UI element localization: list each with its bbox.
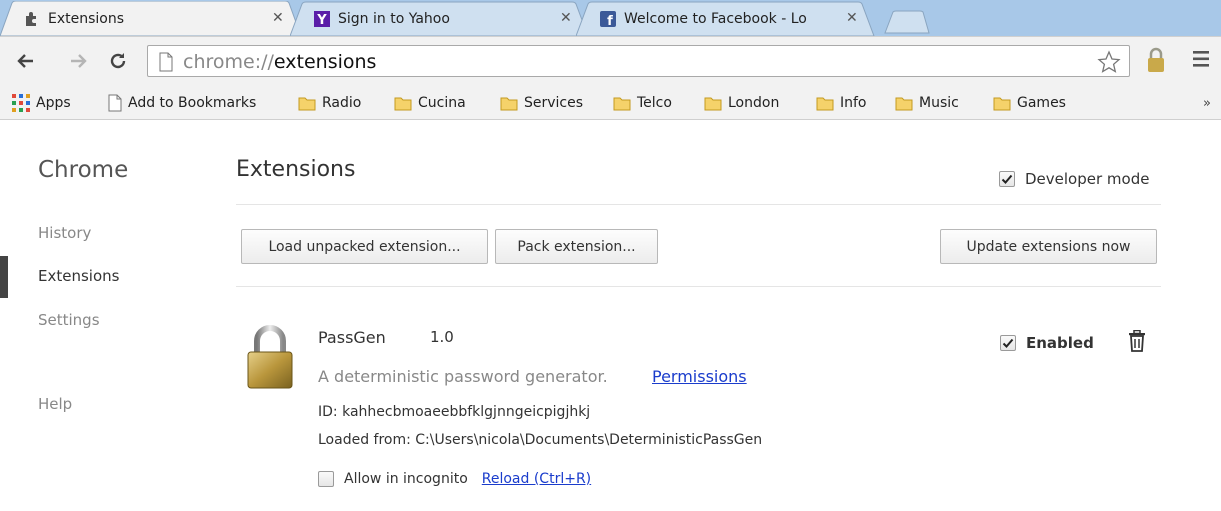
load-unpacked-button[interactable]: Load unpacked extension... <box>241 229 488 264</box>
reload-icon <box>110 53 126 69</box>
extension-description: A deterministic password generator. <box>318 367 608 386</box>
enabled-toggle[interactable]: Enabled <box>1000 334 1094 352</box>
folder-icon <box>500 97 518 110</box>
enabled-checkbox[interactable] <box>1000 335 1016 351</box>
extension-id: ID: kahhecbmoaeebbfklgjnngeicpigjhkj <box>318 404 591 420</box>
developer-mode-checkbox[interactable] <box>999 171 1015 187</box>
reload-extension-link[interactable]: Reload (Ctrl+R) <box>482 471 591 487</box>
bookmark-folder-radio[interactable]: Radio <box>298 93 361 113</box>
svg-text:Y: Y <box>316 13 327 27</box>
menu-icon[interactable] <box>1193 50 1209 68</box>
bookmarks-overflow-button[interactable]: » <box>1203 96 1211 111</box>
extension-lock-icon <box>247 325 293 389</box>
bookmark-star-icon[interactable] <box>1097 50 1121 74</box>
bookmark-label: Radio <box>322 95 362 111</box>
back-arrow-icon <box>17 54 33 68</box>
forward-arrow-icon <box>71 54 87 68</box>
toolbar: chrome://extensions <box>0 36 1221 86</box>
sidebar-item-extensions[interactable]: Extensions <box>38 267 119 285</box>
sidebar-item-settings[interactable]: Settings <box>38 311 100 329</box>
bookmark-folder-services[interactable]: Services <box>500 93 583 113</box>
bookmarks-bar: Apps Add to Bookmarks Radio Cucina Servi… <box>0 86 1221 120</box>
tab-title: Sign in to Yahoo <box>338 11 450 27</box>
tab-title: Welcome to Facebook - Lo <box>624 11 807 27</box>
tab-strip: Extensions ✕ Y Sign in to Yahoo ✕ f Welc… <box>0 0 1221 36</box>
url-scheme: chrome:// <box>183 51 274 73</box>
sidebar-active-indicator <box>0 256 8 298</box>
new-tab-button[interactable] <box>884 10 930 34</box>
folder-icon <box>704 97 722 110</box>
bookmark-add-to-bookmarks[interactable]: Add to Bookmarks <box>108 93 256 113</box>
tab-extensions[interactable]: Extensions ✕ <box>0 1 305 36</box>
page-icon <box>159 52 173 72</box>
extension-name: PassGen <box>318 328 386 347</box>
bookmark-label: Music <box>919 95 959 111</box>
folder-icon <box>394 97 412 110</box>
extension-version: 1.0 <box>430 328 454 346</box>
close-tab-icon[interactable]: ✕ <box>846 10 858 26</box>
tab-facebook[interactable]: f Welcome to Facebook - Lo ✕ <box>576 1 876 36</box>
trash-icon[interactable] <box>1128 330 1146 352</box>
pack-extension-button[interactable]: Pack extension... <box>495 229 658 264</box>
bookmark-label: Services <box>524 95 584 111</box>
sidebar-title: Chrome <box>38 157 129 183</box>
folder-icon <box>816 97 834 110</box>
forward-button[interactable] <box>66 49 90 73</box>
extension-loaded-from: Loaded from: C:\Users\nicola\Documents\D… <box>318 432 763 448</box>
bookmark-label: London <box>728 95 780 111</box>
folder-icon <box>298 97 316 110</box>
bookmark-folder-info[interactable]: Info <box>816 93 867 113</box>
permissions-link[interactable]: Permissions <box>652 367 747 386</box>
divider <box>236 286 1161 287</box>
bookmark-folder-telco[interactable]: Telco <box>613 93 672 113</box>
folder-icon <box>613 97 631 110</box>
bookmark-folder-music[interactable]: Music <box>895 93 959 113</box>
page-icon <box>108 94 122 112</box>
sidebar-item-history[interactable]: History <box>38 224 91 242</box>
bookmark-label: Info <box>840 95 867 111</box>
back-button[interactable] <box>14 49 38 73</box>
tab-title: Extensions <box>48 11 125 27</box>
yahoo-icon: Y <box>314 11 330 27</box>
url-host: extensions <box>273 51 377 73</box>
developer-mode-toggle[interactable]: Developer mode <box>999 170 1149 188</box>
divider <box>236 204 1161 205</box>
bookmark-label: Apps <box>36 95 71 111</box>
close-tab-icon[interactable]: ✕ <box>560 10 572 26</box>
bookmark-folder-games[interactable]: Games <box>993 93 1066 113</box>
allow-incognito-label: Allow in incognito <box>344 471 468 487</box>
bookmark-label: Telco <box>637 95 672 111</box>
sidebar-item-help[interactable]: Help <box>38 395 72 413</box>
puzzle-icon <box>24 11 40 27</box>
bookmark-label: Games <box>1017 95 1066 111</box>
address-bar[interactable]: chrome://extensions <box>147 45 1130 77</box>
checkmark-icon <box>1002 338 1014 348</box>
developer-mode-label: Developer mode <box>1025 170 1150 188</box>
bookmark-label: Add to Bookmarks <box>128 95 257 111</box>
enabled-label: Enabled <box>1026 334 1094 352</box>
apps-grid-icon <box>12 94 30 112</box>
allow-incognito-checkbox[interactable] <box>318 471 334 487</box>
close-tab-icon[interactable]: ✕ <box>272 10 284 26</box>
bookmark-apps[interactable]: Apps <box>12 93 71 113</box>
update-extensions-button[interactable]: Update extensions now <box>940 229 1157 264</box>
page-title: Extensions <box>236 157 356 182</box>
checkmark-icon <box>1001 174 1013 184</box>
lock-extension-icon[interactable] <box>1146 47 1166 73</box>
facebook-icon: f <box>600 11 616 27</box>
bookmark-folder-london[interactable]: London <box>704 93 779 113</box>
svg-text:f: f <box>607 14 613 27</box>
bookmark-folder-cucina[interactable]: Cucina <box>394 93 466 113</box>
reload-button[interactable] <box>106 49 130 73</box>
url-text[interactable]: chrome://extensions <box>183 51 376 73</box>
allow-incognito-toggle[interactable]: Allow in incognito Reload (Ctrl+R) <box>318 471 591 487</box>
folder-icon <box>895 97 913 110</box>
bookmark-label: Cucina <box>418 95 466 111</box>
tab-yahoo[interactable]: Y Sign in to Yahoo ✕ <box>290 1 590 36</box>
folder-icon <box>993 97 1011 110</box>
